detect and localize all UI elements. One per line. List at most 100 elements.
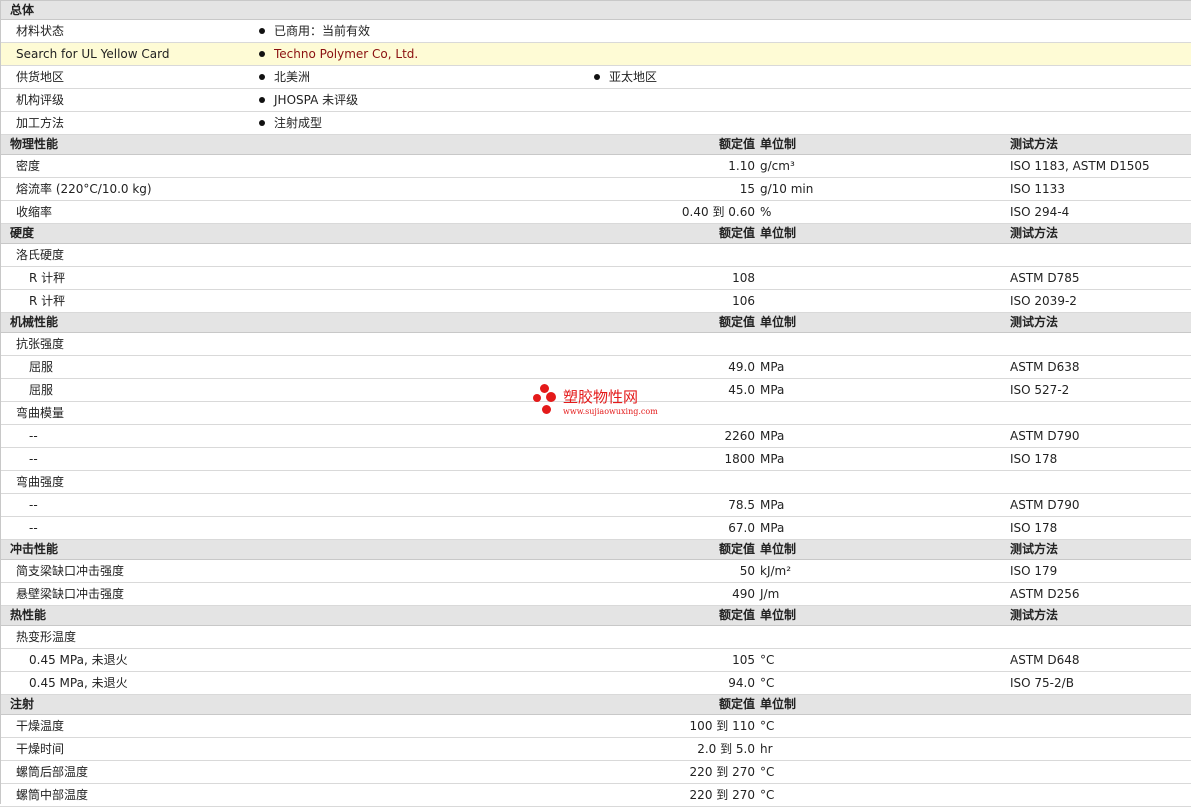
- unit-value: MPa: [760, 521, 785, 535]
- nominal-value: 0.40 到 0.60: [681, 205, 755, 219]
- unit-value: °C: [760, 765, 775, 779]
- property-label: 螺筒中部温度: [16, 788, 89, 802]
- info-value-text: 注射成型: [274, 116, 323, 130]
- property-row: -- 78.5 MPa ASTM D790: [0, 494, 1191, 517]
- test-method: ASTM D638: [1010, 360, 1080, 374]
- property-row: 洛氏硬度: [0, 244, 1191, 267]
- property-row: 干燥温度 100 到 110 °C: [0, 715, 1191, 738]
- nominal-value: 106: [732, 294, 755, 308]
- test-method: ISO 2039-2: [1010, 294, 1077, 308]
- property-label: 0.45 MPa, 未退火: [29, 653, 128, 667]
- bullet-icon: [594, 74, 600, 80]
- info-value-text: 亚太地区: [609, 70, 658, 84]
- column-header-test-method: 测试方法: [1010, 137, 1059, 151]
- info-row: 材料状态 已商用：当前有效: [0, 20, 1191, 43]
- property-label: 收缩率: [16, 205, 53, 219]
- info-row: 供货地区 北美洲 亚太地区: [0, 66, 1191, 89]
- unit-value: g/cm³: [760, 159, 795, 173]
- property-label: 弯曲模量: [16, 406, 65, 420]
- nominal-value: 220 到 270: [689, 765, 755, 779]
- unit-value: MPa: [760, 429, 785, 443]
- unit-value: MPa: [760, 498, 785, 512]
- test-method: ASTM D648: [1010, 653, 1080, 667]
- unit-value: MPa: [760, 383, 785, 397]
- bullet-icon: [259, 74, 265, 80]
- info-value-text: 已商用：当前有效: [274, 24, 371, 38]
- test-method: ISO 75-2/B: [1010, 676, 1074, 690]
- column-header-unit: 单位制: [760, 608, 797, 622]
- column-header-unit: 单位制: [760, 315, 797, 329]
- watermark-url: www.sujiaowuxing.com: [563, 407, 658, 416]
- unit-value: °C: [760, 653, 775, 667]
- column-header-test-method: 测试方法: [1010, 226, 1059, 240]
- property-label: 0.45 MPa, 未退火: [29, 676, 128, 690]
- property-label: 简支梁缺口冲击强度: [16, 564, 125, 578]
- section-title: 物理性能: [10, 137, 59, 151]
- nominal-value: 100 到 110: [689, 719, 755, 733]
- column-header-nominal: 额定值: [718, 137, 755, 151]
- section-header: 机械性能 额定值 单位制 测试方法: [0, 313, 1191, 333]
- property-row: R 计秤 108 ASTM D785: [0, 267, 1191, 290]
- property-row: 收缩率 0.40 到 0.60% ISO 294-4: [0, 201, 1191, 224]
- nominal-value: 94.0: [728, 676, 755, 690]
- property-label: 热变形温度: [16, 630, 77, 644]
- property-label: 干燥温度: [16, 719, 65, 733]
- bullet-icon: [259, 120, 265, 126]
- section-title: 冲击性能: [10, 542, 59, 556]
- test-method: ISO 178: [1010, 452, 1058, 466]
- unit-value: °C: [760, 719, 775, 733]
- column-header-test-method: 测试方法: [1010, 542, 1059, 556]
- test-method: ISO 179: [1010, 564, 1058, 578]
- property-row: 熔流率 (220°C/10.0 kg) 15 g/10 min ISO 1133: [0, 178, 1191, 201]
- info-row: 机构评级 JHOSPA 未评级: [0, 89, 1191, 112]
- test-method: ISO 294-4: [1010, 205, 1070, 219]
- watermark-name: 塑胶物性网: [563, 388, 639, 406]
- info-value: 注射成型: [259, 112, 322, 134]
- column-header-nominal: 额定值: [718, 608, 755, 622]
- column-header-nominal: 额定值: [718, 542, 755, 556]
- watermark-dot-icon: [546, 392, 556, 402]
- property-label: --: [29, 498, 38, 512]
- nominal-value: 78.5: [728, 498, 755, 512]
- supplier-link[interactable]: Techno Polymer Co, Ltd.: [274, 47, 418, 61]
- property-row: R 计秤 106 ISO 2039-2: [0, 290, 1191, 313]
- property-row: 0.45 MPa, 未退火 94.0 °C ISO 75-2/B: [0, 672, 1191, 695]
- info-value-text: JHOSPA 未评级: [274, 93, 359, 107]
- ul-yellow-card-link[interactable]: Search for UL Yellow Card: [16, 43, 169, 65]
- info-row: 加工方法 注射成型: [0, 112, 1191, 135]
- column-header-nominal: 额定值: [718, 226, 755, 240]
- section-header: 冲击性能 额定值 单位制 测试方法: [0, 540, 1191, 560]
- nominal-value: 67.0: [728, 521, 755, 535]
- nominal-value: 490: [732, 587, 755, 601]
- section-title: 注射: [10, 697, 35, 711]
- column-header-unit: 单位制: [760, 226, 797, 240]
- property-row: 干燥时间 2.0 到 5.0 hr: [0, 738, 1191, 761]
- info-value[interactable]: Techno Polymer Co, Ltd.: [259, 43, 418, 65]
- test-method: ASTM D790: [1010, 498, 1080, 512]
- ul-yellow-card-row[interactable]: Search for UL Yellow Card Techno Polymer …: [0, 43, 1191, 66]
- nominal-value: 15: [739, 182, 755, 196]
- info-value: 北美洲: [259, 66, 310, 88]
- test-method: ISO 1183, ASTM D1505: [1010, 159, 1150, 173]
- nominal-value: 220 到 270: [689, 788, 755, 802]
- table-left-border: [0, 0, 1, 804]
- nominal-value: 2.0 到 5.0: [697, 742, 755, 756]
- unit-value: MPa: [760, 452, 785, 466]
- property-row: 0.45 MPa, 未退火 105 °C ASTM D648: [0, 649, 1191, 672]
- section-header: 物理性能 额定值 单位制 测试方法: [0, 135, 1191, 155]
- column-header-nominal: 额定值: [718, 697, 755, 711]
- property-label: --: [29, 429, 38, 443]
- info-value: 亚太地区: [594, 66, 657, 88]
- unit-value: °C: [760, 788, 775, 802]
- column-header-test-method: 测试方法: [1010, 315, 1059, 329]
- info-value-text: 北美洲: [274, 70, 311, 84]
- property-label: --: [29, 521, 38, 535]
- property-label: 悬壁梁缺口冲击强度: [16, 587, 125, 601]
- section-header: 热性能 额定值 单位制 测试方法: [0, 606, 1191, 626]
- test-method: ISO 178: [1010, 521, 1058, 535]
- bullet-icon: [259, 97, 265, 103]
- column-header-unit: 单位制: [760, 137, 797, 151]
- section-title: 硬度: [10, 226, 35, 240]
- section-header-general: 总体: [0, 0, 1191, 20]
- info-value: 已商用：当前有效: [259, 20, 370, 42]
